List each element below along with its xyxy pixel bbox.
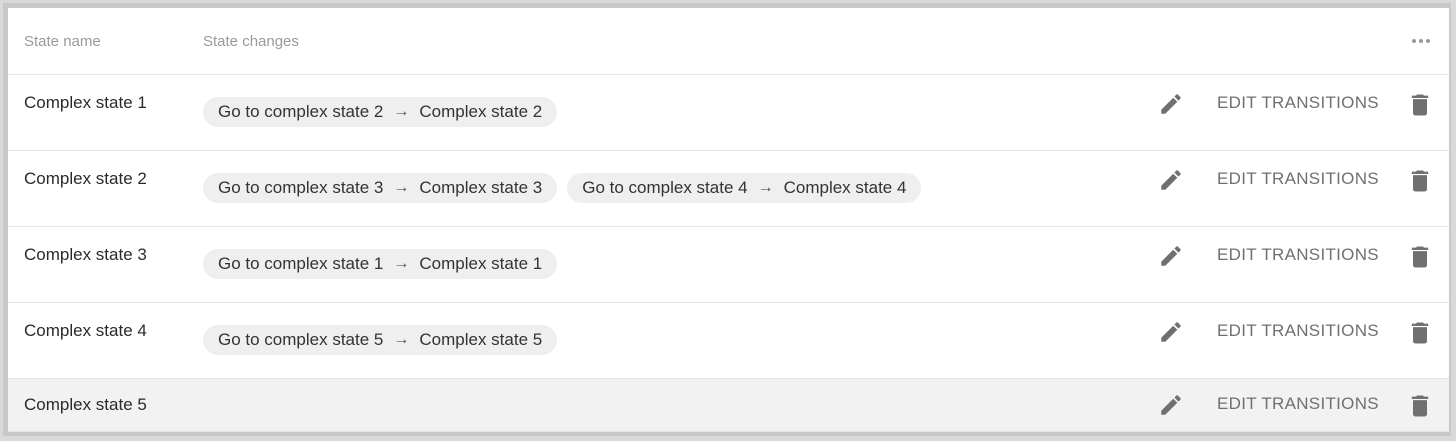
- table-row[interactable]: Complex state 1 Go to complex state 2 → Co…: [8, 75, 1449, 151]
- edit-transitions-button[interactable]: EDIT TRANSITIONS: [1217, 394, 1379, 414]
- transition-action: Go to complex state 3: [218, 178, 384, 197]
- state-changes: Go to complex state 5 → Complex state 5: [203, 325, 558, 355]
- arrow-right-icon: →: [393, 255, 410, 272]
- more-horizontal-icon[interactable]: [1412, 36, 1430, 46]
- pencil-icon[interactable]: [1158, 243, 1184, 269]
- arrow-right-icon: →: [393, 179, 410, 196]
- arrow-right-icon: →: [757, 179, 774, 196]
- state-name: Complex state 1: [24, 93, 147, 112]
- pencil-icon[interactable]: [1158, 167, 1184, 193]
- table-row[interactable]: Complex state 2 Go to complex state 3 → Co…: [8, 151, 1449, 227]
- states-table: State name State changes Complex state 1…: [8, 8, 1449, 432]
- transition-action: Go to complex state 1: [218, 254, 384, 273]
- edit-transitions-button[interactable]: EDIT TRANSITIONS: [1217, 169, 1379, 189]
- trash-icon[interactable]: [1406, 243, 1434, 271]
- column-header-state-name: State name: [24, 33, 101, 50]
- transition-target: Complex state 3: [419, 178, 543, 197]
- edit-transitions-button[interactable]: EDIT TRANSITIONS: [1217, 321, 1379, 341]
- transition-target: Complex state 4: [783, 178, 907, 197]
- trash-icon[interactable]: [1406, 167, 1434, 195]
- transition-action: Go to complex state 4: [582, 178, 748, 197]
- table-header: State name State changes: [8, 8, 1449, 75]
- transition-chip[interactable]: Go to complex state 1 → Complex state 1: [203, 249, 558, 279]
- trash-icon[interactable]: [1406, 319, 1434, 347]
- transition-action: Go to complex state 5: [218, 330, 384, 349]
- trash-icon[interactable]: [1406, 91, 1434, 119]
- table-body: Complex state 1 Go to complex state 2 → Co…: [8, 75, 1449, 432]
- transition-action: Go to complex state 2: [218, 102, 384, 121]
- state-changes: Go to complex state 3 → Complex state 3 Go …: [203, 173, 922, 203]
- transition-target: Complex state 5: [419, 330, 543, 349]
- trash-icon[interactable]: [1406, 392, 1434, 420]
- state-name: Complex state 4: [24, 321, 147, 340]
- transition-chip[interactable]: Go to complex state 2 → Complex state 2: [203, 97, 558, 127]
- transition-chip[interactable]: Go to complex state 5 → Complex state 5: [203, 325, 558, 355]
- window-frame: State name State changes Complex state 1…: [3, 3, 1451, 436]
- table-row[interactable]: Complex state 4 Go to complex state 5 → Co…: [8, 303, 1449, 379]
- table-row[interactable]: Complex state 3 Go to complex state 1 → Co…: [8, 227, 1449, 303]
- state-name: Complex state 3: [24, 245, 147, 264]
- edit-transitions-button[interactable]: EDIT TRANSITIONS: [1217, 245, 1379, 265]
- arrow-right-icon: →: [393, 331, 410, 348]
- table-row[interactable]: Complex state 5 EDIT TRANSITIONS: [8, 379, 1449, 432]
- state-name: Complex state 2: [24, 169, 147, 188]
- arrow-right-icon: →: [393, 103, 410, 120]
- pencil-icon[interactable]: [1158, 392, 1184, 418]
- column-header-state-changes: State changes: [203, 33, 299, 50]
- state-changes: Go to complex state 1 → Complex state 1: [203, 249, 558, 279]
- edit-transitions-button[interactable]: EDIT TRANSITIONS: [1217, 93, 1379, 113]
- transition-chip[interactable]: Go to complex state 3 → Complex state 3: [203, 173, 558, 203]
- transition-chip[interactable]: Go to complex state 4 → Complex state 4: [567, 173, 922, 203]
- pencil-icon[interactable]: [1158, 91, 1184, 117]
- state-name: Complex state 5: [24, 395, 147, 414]
- transition-target: Complex state 1: [419, 254, 543, 273]
- pencil-icon[interactable]: [1158, 319, 1184, 345]
- transition-target: Complex state 2: [419, 102, 543, 121]
- state-changes: Go to complex state 2 → Complex state 2: [203, 97, 558, 127]
